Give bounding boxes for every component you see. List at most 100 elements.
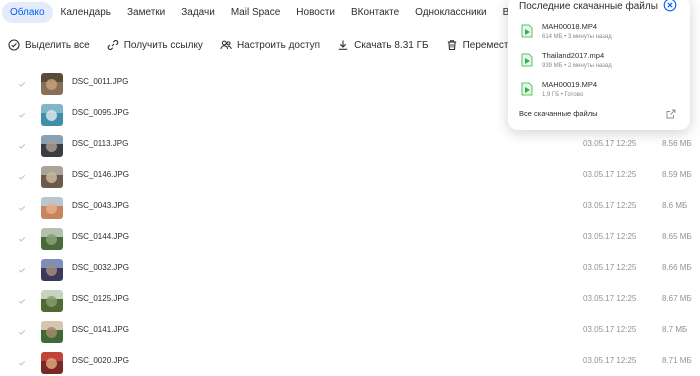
image-thumbnail — [41, 104, 63, 126]
check-icon — [18, 205, 25, 211]
image-thumbnail — [41, 290, 63, 312]
users-icon — [220, 40, 232, 50]
check-icon — [18, 329, 25, 335]
select-checkbox[interactable] — [14, 169, 29, 184]
file-row[interactable]: DSC_0141.JPG 03.05.17 12:25 8.7 МБ — [0, 316, 700, 347]
download-item[interactable]: MAH00019.MP4 1,9 ГБ • Готово — [520, 80, 680, 102]
file-row[interactable]: DSC_0113.JPG 03.05.17 12:25 8.56 МБ — [0, 130, 700, 161]
download-item[interactable]: Thailand2017.mp4 939 МБ • 2 минуты назад — [520, 51, 680, 73]
file-name: DSC_0146.JPG — [72, 170, 129, 179]
image-thumbnail — [41, 259, 63, 281]
select-all-button[interactable]: Выделить все — [8, 39, 90, 51]
file-date: 03.05.17 12:25 — [583, 201, 637, 210]
select-checkbox[interactable] — [14, 107, 29, 122]
file-name: DSC_0113.JPG — [72, 139, 129, 148]
file-name: DSC_0032.JPG — [72, 263, 129, 272]
file-row[interactable]: DSC_0043.JPG 03.05.17 12:25 8.6 МБ — [0, 192, 700, 223]
file-date: 03.05.17 12:25 — [583, 325, 637, 334]
check-circle-icon — [8, 39, 20, 51]
check-icon — [18, 174, 25, 180]
file-name: DSC_0141.JPG — [72, 325, 129, 334]
select-checkbox[interactable] — [14, 355, 29, 370]
all-downloads-link[interactable]: Все скачанные файлы — [519, 109, 598, 118]
file-name: DSC_0011.JPG — [72, 77, 129, 86]
select-checkbox[interactable] — [14, 262, 29, 277]
image-thumbnail — [41, 228, 63, 250]
download-item-name: MAH00019.MP4 — [542, 80, 598, 89]
select-checkbox[interactable] — [14, 138, 29, 153]
tab-calendar[interactable]: Календарь — [53, 2, 119, 23]
video-file-icon — [521, 82, 533, 96]
file-size: 8.66 МБ — [662, 263, 692, 272]
tab-notes[interactable]: Заметки — [119, 2, 173, 23]
select-checkbox[interactable] — [14, 231, 29, 246]
close-icon[interactable] — [663, 0, 677, 12]
file-size: 8.6 МБ — [662, 201, 688, 210]
image-thumbnail — [41, 135, 63, 157]
file-name: DSC_0144.JPG — [72, 232, 129, 241]
download-item-name: Thailand2017.mp4 — [542, 51, 605, 60]
file-size: 8.71 МБ — [662, 356, 692, 365]
download-label: Скачать 8.31 ГБ — [354, 39, 429, 51]
select-checkbox[interactable] — [14, 293, 29, 308]
select-checkbox[interactable] — [14, 76, 29, 91]
check-icon — [18, 81, 25, 87]
file-size: 8.67 МБ — [662, 294, 692, 303]
downloads-popup-title: Последние скачанные файлы — [519, 1, 658, 12]
image-thumbnail — [41, 166, 63, 188]
trash-icon — [447, 40, 456, 51]
file-name: DSC_0043.JPG — [72, 201, 129, 210]
check-icon — [18, 360, 25, 366]
image-thumbnail — [41, 321, 63, 343]
file-date: 03.05.17 12:25 — [583, 139, 637, 148]
select-checkbox[interactable] — [14, 200, 29, 215]
file-date: 03.05.17 12:25 — [583, 232, 637, 241]
image-thumbnail — [41, 73, 63, 95]
get-link-button[interactable]: Получить ссылку — [107, 39, 203, 51]
download-item-meta: 939 МБ • 2 минуты назад — [542, 63, 612, 69]
file-size: 8.7 МБ — [662, 325, 688, 334]
image-thumbnail — [41, 352, 63, 374]
file-row[interactable]: DSC_0146.JPG 03.05.17 12:25 8.59 МБ — [0, 161, 700, 192]
external-link-icon[interactable] — [666, 109, 676, 119]
select-all-label: Выделить все — [25, 39, 90, 51]
file-toolbar: Выделить все Получить ссылку Настроить д… — [0, 33, 580, 57]
link-icon — [107, 39, 119, 51]
tab-odnoklassniki[interactable]: Одноклассники — [407, 2, 494, 23]
video-file-icon — [521, 53, 533, 67]
check-icon — [18, 267, 25, 273]
file-row[interactable]: DSC_0144.JPG 03.05.17 12:25 8.65 МБ — [0, 223, 700, 254]
video-file-icon — [521, 24, 533, 38]
file-size: 8.65 МБ — [662, 232, 692, 241]
tab-news[interactable]: Новости — [288, 2, 343, 23]
tab-cloud[interactable]: Облако — [2, 2, 53, 23]
check-icon — [18, 298, 25, 304]
file-date: 03.05.17 12:25 — [583, 263, 637, 272]
configure-access-label: Настроить доступ — [236, 39, 321, 51]
file-date: 03.05.17 12:25 — [583, 294, 637, 303]
tab-mail-space[interactable]: Mail Space — [223, 2, 288, 23]
tab-tasks[interactable]: Задачи — [173, 2, 223, 23]
file-name: DSC_0125.JPG — [72, 294, 129, 303]
downloads-popup: Последние скачанные файлы MAH00018.MP4 6… — [508, 0, 690, 130]
download-item-meta: 1,9 ГБ • Готово — [542, 92, 584, 98]
file-date: 03.05.17 12:25 — [583, 356, 637, 365]
download-icon — [338, 40, 348, 50]
file-row[interactable]: DSC_0125.JPG 03.05.17 12:25 8.67 МБ — [0, 285, 700, 316]
file-name: DSC_0020.JPG — [72, 356, 129, 365]
file-row[interactable]: DSC_0020.JPG 03.05.17 12:25 8.71 МБ — [0, 347, 700, 376]
file-size: 8.56 МБ — [662, 139, 692, 148]
file-name: DSC_0095.JPG — [72, 108, 129, 117]
select-checkbox[interactable] — [14, 324, 29, 339]
file-date: 03.05.17 12:25 — [583, 170, 637, 179]
check-icon — [18, 143, 25, 149]
download-item-name: MAH00018.MP4 — [542, 22, 598, 31]
download-button[interactable]: Скачать 8.31 ГБ — [337, 39, 429, 51]
image-thumbnail — [41, 197, 63, 219]
configure-access-button[interactable]: Настроить доступ — [220, 39, 320, 51]
check-icon — [18, 112, 25, 118]
file-size: 8.59 МБ — [662, 170, 692, 179]
tab-vkontakte[interactable]: ВКонтакте — [343, 2, 407, 23]
file-row[interactable]: DSC_0032.JPG 03.05.17 12:25 8.66 МБ — [0, 254, 700, 285]
download-item[interactable]: MAH00018.MP4 614 МБ • 3 минуты назад — [520, 22, 680, 44]
